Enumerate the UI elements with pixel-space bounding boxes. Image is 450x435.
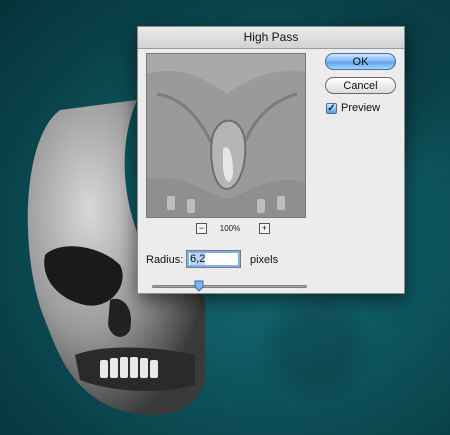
high-pass-dialog: High Pass − 100% + OK Cancel ✓ Preview R… — [137, 26, 405, 294]
checkmark-icon: ✓ — [327, 103, 336, 114]
slider-thumb[interactable] — [194, 280, 204, 292]
radius-units: pixels — [250, 254, 279, 266]
filter-preview[interactable] — [146, 53, 306, 218]
preview-image — [147, 54, 305, 217]
plus-icon: + — [261, 223, 268, 233]
dialog-title: High Pass — [138, 27, 404, 49]
zoom-controls: − 100% + — [146, 223, 306, 237]
radius-value: 6,2 — [190, 253, 206, 265]
ok-button[interactable]: OK — [325, 53, 396, 70]
minus-icon: − — [198, 223, 205, 233]
radius-label: Radius: — [146, 254, 184, 266]
zoom-in-button[interactable]: + — [259, 223, 270, 234]
cancel-button[interactable]: Cancel — [325, 77, 396, 94]
radius-slider[interactable] — [152, 280, 307, 292]
preview-label: Preview — [341, 102, 381, 114]
preview-checkbox[interactable]: ✓ — [326, 103, 337, 114]
slider-track — [152, 285, 307, 288]
zoom-out-button[interactable]: − — [196, 223, 207, 234]
radius-input[interactable]: 6,2 — [186, 250, 241, 268]
zoom-level: 100% — [219, 224, 241, 233]
